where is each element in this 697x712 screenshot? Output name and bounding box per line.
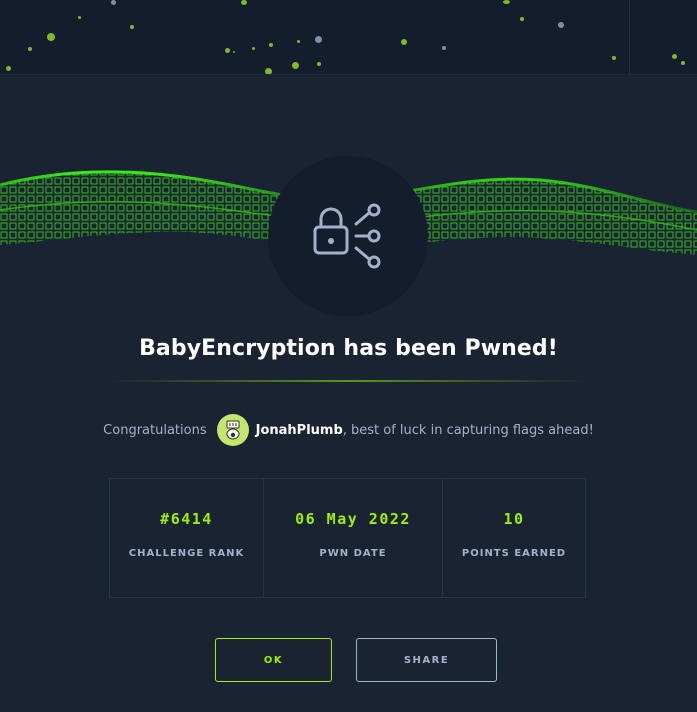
particle-dot	[520, 17, 524, 21]
particle-dot	[672, 54, 677, 59]
avatar-face-icon	[226, 420, 240, 440]
stat-challenge-rank: #6414 CHALLENGE RANK	[110, 479, 264, 597]
particle-dot	[47, 33, 55, 41]
lock-share-icon	[313, 203, 381, 269]
stat-value: #6414	[160, 510, 213, 528]
particle-dot	[269, 43, 273, 47]
stat-label: CHALLENGE RANK	[128, 548, 245, 559]
stats-panel: #6414 CHALLENGE RANK 06 May 2022 PWN DAT…	[109, 478, 586, 598]
congrats-message: Congratulations JonahPlumb , best of luc…	[0, 413, 697, 447]
particle-dot	[558, 22, 564, 28]
particle-dot	[111, 0, 116, 5]
stat-value: 10	[503, 510, 525, 528]
particle-dot	[317, 62, 321, 66]
particle-dot	[401, 39, 407, 45]
stat-label: PWN DATE	[319, 548, 387, 559]
stat-value: 06 May 2022	[295, 510, 411, 528]
stat-pwn-date: 06 May 2022 PWN DATE	[264, 479, 443, 597]
ok-button[interactable]: OK	[215, 638, 332, 682]
stat-label: POINTS EARNED	[461, 548, 567, 559]
band-divider	[629, 0, 630, 74]
particle-dot	[6, 66, 11, 71]
particle-dot	[78, 16, 81, 19]
particle-dot	[265, 68, 272, 74]
particle-dot	[612, 56, 616, 60]
particle-dot	[130, 25, 134, 29]
particle-dot	[503, 0, 510, 4]
decorative-particles-band	[0, 0, 697, 75]
particle-dot	[252, 47, 255, 50]
avatar[interactable]	[216, 414, 249, 446]
congrats-lead: Congratulations	[103, 422, 207, 438]
particle-dot	[297, 40, 300, 43]
share-button[interactable]: SHARE	[356, 638, 497, 682]
congrats-tail: , best of luck in capturing flags ahead!	[342, 422, 594, 438]
particle-dot	[225, 48, 230, 53]
challenge-badge	[268, 156, 428, 316]
particle-dot	[442, 46, 446, 50]
particle-dot	[233, 51, 235, 53]
username[interactable]: JonahPlumb	[256, 423, 343, 438]
title-divider	[110, 380, 587, 382]
particle-dot	[241, 0, 247, 5]
particle-dot	[292, 62, 299, 69]
page-title: BabyEncryption has been Pwned!	[139, 336, 558, 361]
particle-dot	[681, 61, 685, 65]
particle-dot	[315, 36, 322, 43]
particle-dot	[28, 47, 32, 51]
stat-points-earned: 10 POINTS EARNED	[443, 479, 585, 597]
